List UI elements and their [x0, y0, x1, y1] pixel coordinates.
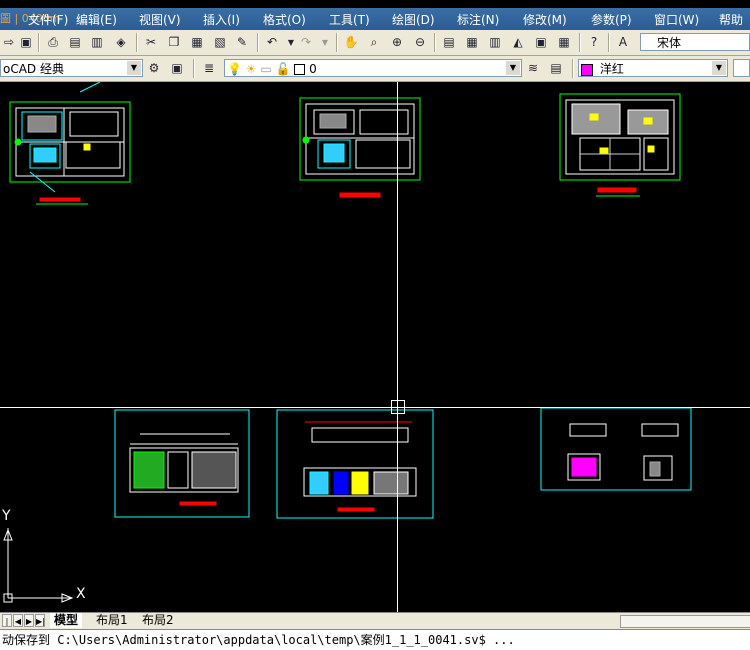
text-style-value: 宋体	[657, 36, 682, 50]
drawing-svg	[9, 82, 692, 519]
text-style-combo[interactable]: 宋体	[640, 33, 750, 51]
bulb-icon: 💡	[227, 62, 242, 76]
prev-tab-icon[interactable]: ◀	[13, 614, 23, 627]
sun-icon: ☀	[245, 62, 257, 76]
model-space-canvas[interactable]	[0, 82, 750, 612]
cut-icon[interactable]: ✂	[142, 33, 160, 51]
paste-icon[interactable]: ▦	[188, 33, 206, 51]
design-center-icon[interactable]: ▦	[463, 33, 481, 51]
menu-dimension[interactable]: 标注(N)	[457, 11, 499, 28]
menu-help[interactable]: 帮助	[719, 11, 743, 28]
workspace-value: oCAD 经典	[3, 62, 64, 76]
menu-parameter[interactable]: 参数(P)	[591, 11, 632, 28]
zoom-previous-icon[interactable]: ⊖	[411, 33, 429, 51]
print-icon[interactable]: ⎙	[44, 33, 62, 51]
linetype-combo[interactable]	[733, 59, 750, 77]
menu-file[interactable]: 文件(F)	[28, 11, 68, 28]
sheet-set-icon[interactable]: ◭	[509, 33, 527, 51]
color-combo[interactable]: 洋红 ▼	[578, 59, 728, 77]
copy-icon[interactable]: ❐	[165, 33, 183, 51]
menu-tools[interactable]: 工具(T)	[329, 11, 370, 28]
redo-icon[interactable]: ↷	[297, 33, 315, 51]
tool-palette-icon[interactable]: ▥	[486, 33, 504, 51]
floor-plan-2[interactable]	[299, 97, 421, 198]
menu-draw[interactable]: 绘图(D)	[392, 11, 435, 28]
open-icon[interactable]: ⇨	[0, 33, 18, 51]
color-value: 洋红	[599, 62, 624, 76]
crosshair-horizontal	[0, 407, 750, 408]
workspace-combo[interactable]: oCAD 经典 ▼	[0, 59, 143, 77]
layout-tab-bar: |◀ ◀ ▶ ▶| 模型 布局1 布局2	[0, 612, 750, 639]
color-swatch	[581, 63, 593, 76]
toolbar-separator	[579, 33, 581, 52]
detail-sheet-3[interactable]	[540, 407, 692, 491]
floor-plan-1[interactable]	[9, 82, 131, 205]
text-style-icon[interactable]: A	[614, 33, 632, 51]
publish-icon[interactable]: ▥	[88, 33, 106, 51]
tab-model[interactable]: 模型	[50, 613, 83, 628]
gear-icon[interactable]: ⚙	[145, 59, 163, 77]
ucs-icon: Y X	[0, 508, 100, 610]
chevron-down-icon[interactable]: ▼	[316, 33, 334, 51]
viewport-freeze-icon: ▭	[260, 62, 272, 76]
plot-preview-icon[interactable]: ▤	[66, 33, 84, 51]
tab-layout1[interactable]: 布局1	[92, 613, 132, 628]
lock-icon: 🔓	[275, 62, 291, 76]
crosshair-vertical	[397, 82, 398, 612]
toolbar-separator	[572, 59, 574, 78]
calculator-icon[interactable]: ▦	[555, 33, 573, 51]
toolbar-separator	[336, 33, 338, 52]
floor-plan-3[interactable]	[559, 93, 681, 197]
zoom-window-icon[interactable]: ⊕	[388, 33, 406, 51]
ucs-y-label: Y	[2, 508, 11, 524]
chevron-down-icon[interactable]: ▼	[506, 61, 520, 75]
layer-value: 0	[309, 62, 317, 76]
next-tab-icon[interactable]: ▶	[24, 614, 34, 627]
toolbar-separator	[38, 33, 40, 52]
layer-previous-icon[interactable]: ▤	[547, 59, 565, 77]
toolbar-separator	[434, 33, 436, 52]
chevron-down-icon[interactable]: ▼	[127, 61, 141, 75]
menu-modify[interactable]: 修改(M)	[523, 11, 567, 28]
menu-window[interactable]: 窗口(W)	[654, 11, 699, 28]
toolbar-separator	[193, 59, 195, 78]
command-line[interactable]: 动保存到 C:\Users\Administrator\appdata\loca…	[0, 629, 750, 650]
crosshair-pickbox	[391, 400, 405, 414]
3d-icon[interactable]: ◈	[112, 33, 130, 51]
menu-edit[interactable]: 编辑(E)	[76, 11, 117, 28]
match-icon[interactable]: ▧	[211, 33, 229, 51]
ucs-x-label: X	[76, 586, 86, 602]
toolbar-separator	[257, 33, 259, 52]
elevation-sheet-2[interactable]	[276, 409, 434, 519]
horizontal-scrollbar[interactable]	[620, 615, 750, 628]
workspace-toolbar: oCAD 经典 ▼ ⚙ ▣ ≣ 💡 ☀ ▭ 🔓 0 ▼ ≋ ▤ 洋红 ▼	[0, 56, 750, 82]
workspace-settings-icon[interactable]: ▣	[168, 59, 186, 77]
menu-format[interactable]: 格式(O)	[263, 11, 306, 28]
chevron-down-icon[interactable]: ▼	[712, 61, 726, 75]
menu-insert[interactable]: 插入(I)	[203, 11, 240, 28]
layer-manager-icon[interactable]: ≣	[200, 59, 218, 77]
layer-combo[interactable]: 💡 ☀ ▭ 🔓 0 ▼	[224, 59, 522, 77]
make-current-layer-icon[interactable]: ≋	[524, 59, 542, 77]
layer-color-swatch	[294, 64, 306, 75]
menu-bar: 圖 | 0400m 文件(F) 编辑(E) 视图(V) 插入(I) 格式(O) …	[0, 8, 750, 30]
first-tab-icon[interactable]: |◀	[2, 614, 12, 639]
help-icon[interactable]: ?	[585, 33, 603, 51]
menu-view[interactable]: 视图(V)	[139, 11, 181, 28]
pan-icon[interactable]: ✋	[342, 33, 360, 51]
markup-icon[interactable]: ▣	[532, 33, 550, 51]
elevation-sheet-1[interactable]	[114, 409, 250, 518]
save-icon[interactable]: ▣	[17, 33, 35, 51]
standard-toolbar: ⇨ ▣ ⎙ ▤ ▥ ◈ ✂ ❐ ▦ ▧ ✎ ↶ ▼ ↷ ▼ ✋ ⌕ ⊕ ⊖ ▤ …	[0, 30, 750, 56]
properties-icon[interactable]: ▤	[440, 33, 458, 51]
last-tab-icon[interactable]: ▶|	[35, 614, 45, 627]
toolbar-separator	[136, 33, 138, 52]
tab-layout2[interactable]: 布局2	[138, 613, 178, 628]
zoom-icon[interactable]: ⌕	[365, 33, 383, 51]
toolbar-separator	[608, 33, 610, 52]
brush-icon[interactable]: ✎	[233, 33, 251, 51]
undo-icon[interactable]: ↶	[263, 33, 281, 51]
